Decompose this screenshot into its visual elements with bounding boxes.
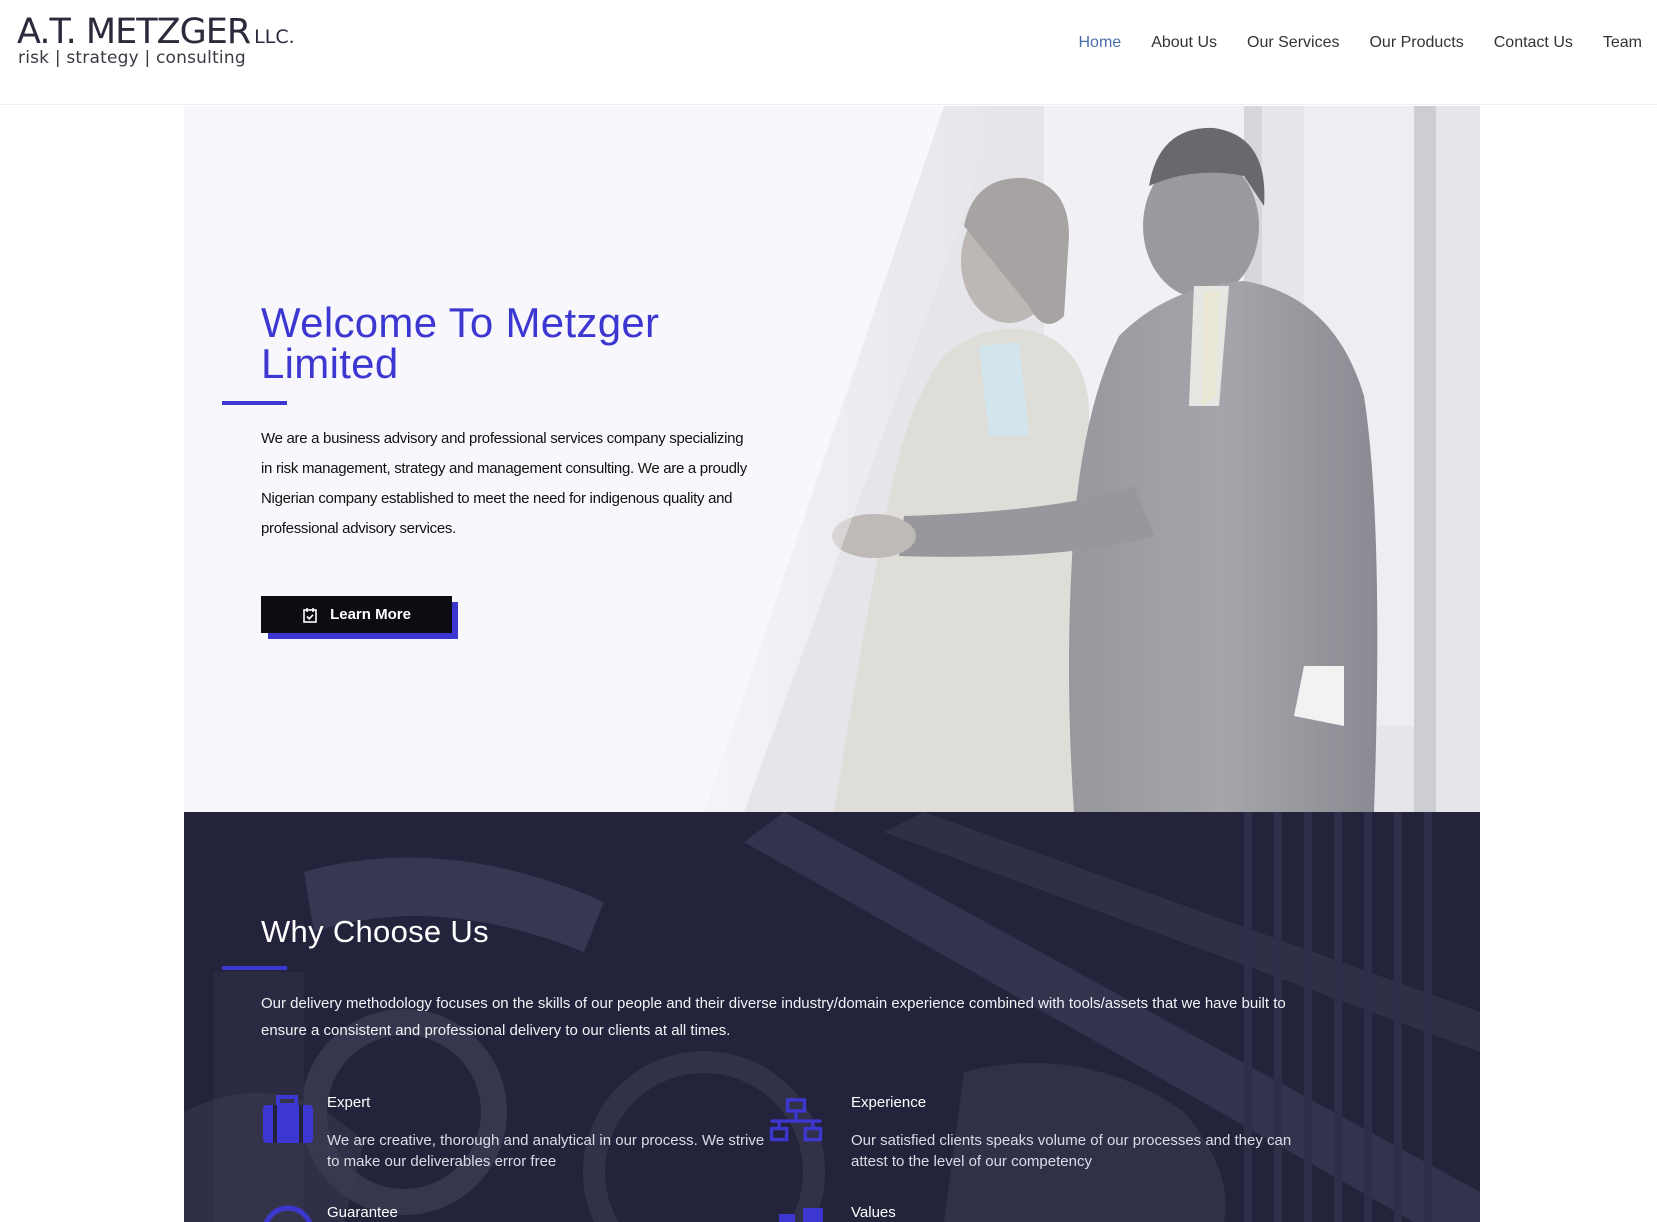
logo-tagline: risk | strategy | consulting (18, 48, 246, 68)
hero-title-underline (222, 401, 287, 405)
main-nav: Home About Us Our Services Our Products … (1064, 0, 1657, 86)
feature-expert: Expert We are creative, thorough and ana… (261, 1094, 781, 1184)
feature-values-title: Values (851, 1204, 896, 1221)
learn-more-button[interactable]: Learn More (261, 596, 452, 633)
hero-content: Welcome To Metzger Limited We are a busi… (222, 299, 781, 639)
nav-about-us[interactable]: About Us (1136, 34, 1232, 52)
hero-title: Welcome To Metzger Limited (261, 299, 660, 387)
nav-our-products[interactable]: Our Products (1354, 34, 1478, 52)
feature-guarantee: Guarantee (261, 1204, 781, 1222)
logo-name: A.T. METZGER (17, 12, 251, 52)
why-description: Our delivery methodology focuses on the … (261, 995, 1286, 1039)
why-choose-us-section: Why Choose Us Our delivery methodology f… (184, 812, 1480, 1222)
feature-guarantee-title: Guarantee (327, 1204, 398, 1221)
network-icon (769, 1098, 823, 1142)
calendar-check-icon (303, 607, 317, 623)
hero-section: Welcome To Metzger Limited We are a busi… (184, 106, 1480, 812)
briefcase-icon (263, 1095, 313, 1143)
site-header: A.T. METZGER LLC. risk | strategy | consu… (0, 0, 1657, 105)
feature-experience-title: Experience (851, 1094, 927, 1111)
logo-suffix: LLC. (254, 26, 295, 48)
learn-more-wrapper: Learn More (261, 596, 458, 640)
feature-experience: Experience Our satisfied clients speaks … (769, 1094, 1305, 1184)
nav-team[interactable]: Team (1588, 34, 1657, 52)
feature-values: Values (779, 1204, 1305, 1222)
nav-home[interactable]: Home (1064, 34, 1137, 52)
hero-description: We are a business advisory and professio… (261, 430, 747, 537)
company-logo[interactable]: A.T. METZGER LLC. risk | strategy | consu… (17, 12, 297, 74)
feature-expert-desc: We are creative, thorough and analytical… (327, 1132, 765, 1170)
sitemap-icon (779, 1208, 823, 1222)
why-title: Why Choose Us (261, 914, 489, 949)
why-title-underline (222, 966, 287, 970)
shield-icon (264, 1205, 312, 1222)
nav-contact-us[interactable]: Contact Us (1479, 34, 1588, 52)
learn-more-label: Learn More (330, 606, 411, 623)
feature-expert-title: Expert (327, 1094, 371, 1111)
feature-experience-desc: Our satisfied clients speaks volume of o… (851, 1132, 1292, 1170)
nav-our-services[interactable]: Our Services (1232, 34, 1354, 52)
